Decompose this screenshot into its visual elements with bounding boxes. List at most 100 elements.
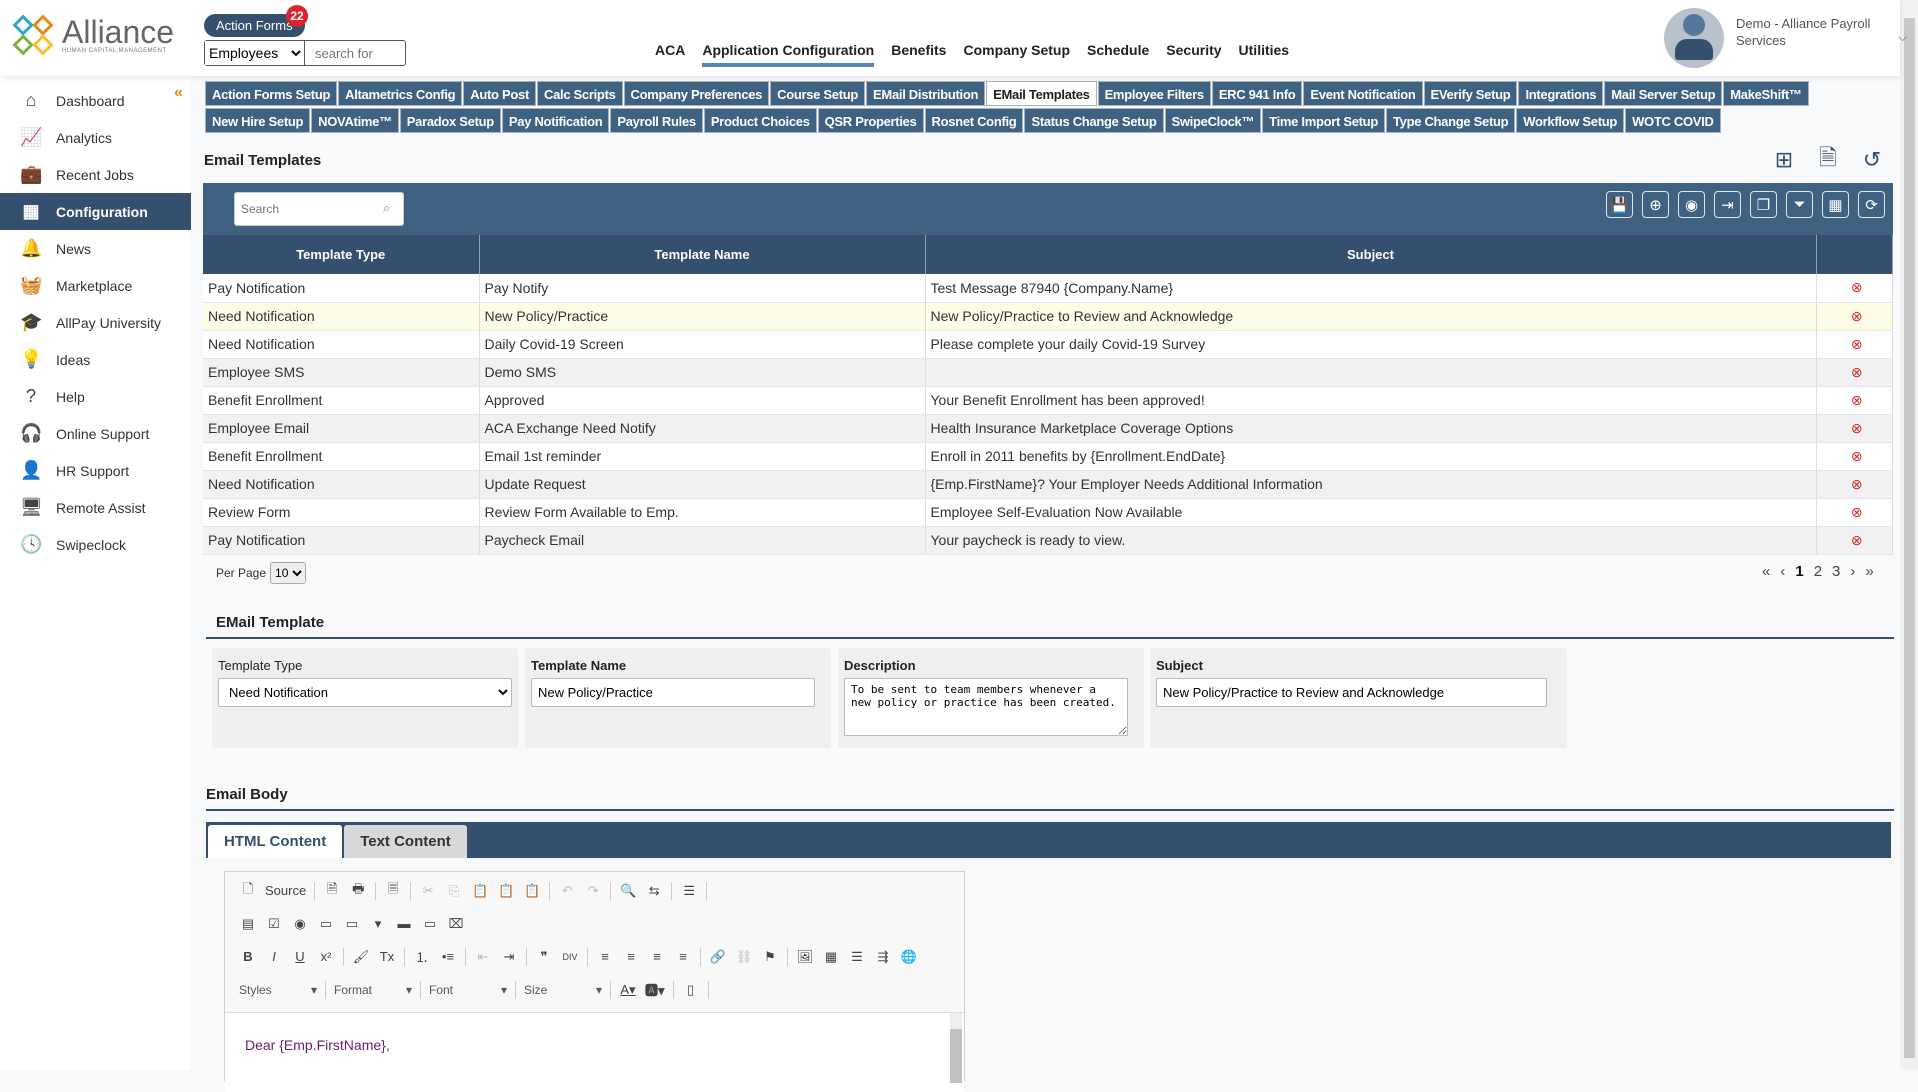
tab-rosnet-config[interactable]: Rosnet Config [924, 108, 1024, 133]
superscript-icon[interactable]: x² [317, 949, 335, 964]
delete-icon[interactable]: ⊗ [1816, 498, 1893, 527]
source-icon[interactable]: 🗋 [239, 880, 257, 902]
image-button-icon[interactable]: ▭ [421, 916, 439, 932]
tab-email-templates[interactable]: EMail Templates [986, 81, 1097, 106]
column-header[interactable]: Subject [925, 235, 1817, 274]
table-row[interactable]: Need Notification New Policy/Practice New … [203, 302, 1893, 331]
tab-altametrics-config[interactable]: Altametrics Config [338, 81, 463, 106]
table-row[interactable]: Pay Notification Paycheck Email Your paych… [203, 526, 1893, 555]
select-field-icon[interactable]: ▾ [369, 916, 387, 932]
button-icon[interactable]: ▬ [395, 916, 413, 931]
tab-calc-scripts[interactable]: Calc Scripts [536, 81, 623, 106]
nav-security[interactable]: Security [1166, 42, 1221, 67]
page-scrollbar[interactable] [1900, 0, 1918, 1070]
tab-type-change-setup[interactable]: Type Change Setup [1385, 108, 1516, 133]
justify-icon[interactable]: ≡ [674, 949, 692, 964]
table-row[interactable]: Pay Notification Pay Notify Test Message 8… [203, 274, 1893, 303]
grid-view-icon[interactable]: ⊞ [1772, 147, 1796, 172]
tab-pay-notification[interactable]: Pay Notification [501, 108, 610, 133]
text-color-icon[interactable]: A▾ [619, 982, 637, 998]
bullet-list-icon[interactable]: •≡ [439, 949, 457, 964]
nav-benefits[interactable]: Benefits [891, 42, 946, 67]
columns-icon[interactable]: ▦ [1822, 191, 1849, 218]
history-icon[interactable]: ↺ [1860, 147, 1884, 172]
delete-icon[interactable]: ⊗ [1816, 442, 1893, 471]
preview-icon[interactable]: ◉ [1678, 191, 1705, 218]
sidebar-item-recent-jobs[interactable]: 💼 Recent Jobs [0, 156, 191, 193]
copy-icon[interactable]: ⎘ [445, 883, 463, 899]
delete-icon[interactable]: ⊗ [1816, 526, 1893, 555]
nav-utilities[interactable]: Utilities [1239, 42, 1290, 67]
description-textarea[interactable]: To be sent to team members whenever a ne… [844, 678, 1128, 736]
print-icon[interactable]: 🖶 [349, 880, 367, 902]
textarea-icon[interactable]: ▭ [343, 916, 361, 932]
indent-icon[interactable]: ⇥ [500, 949, 518, 965]
page-break-icon[interactable]: ⇶ [874, 949, 892, 965]
global-search-input[interactable] [305, 41, 403, 65]
sidebar-item-analytics[interactable]: 📈 Analytics [0, 119, 191, 156]
save-icon[interactable]: 💾 [1606, 191, 1633, 218]
paste-word-icon[interactable]: 📋 [523, 883, 541, 899]
copy-format-icon[interactable]: 🖌 [352, 949, 370, 965]
redo-icon[interactable]: ↷ [584, 883, 602, 899]
tab-action-forms-setup[interactable]: Action Forms Setup [205, 81, 338, 106]
font-dropdown[interactable]: Font ▾ [429, 983, 507, 997]
tab-auto-post[interactable]: Auto Post [463, 81, 536, 106]
sidebar-item-configuration[interactable]: ▦ Configuration [0, 193, 191, 230]
size-dropdown[interactable]: Size ▾ [524, 983, 602, 997]
add-icon[interactable]: ⊕ [1642, 191, 1669, 218]
link-icon[interactable]: 🔗 [709, 949, 727, 965]
table-row[interactable]: Benefit Enrollment Email 1st reminder Enro… [203, 442, 1893, 471]
tab-paradox-setup[interactable]: Paradox Setup [399, 108, 501, 133]
select-all-icon[interactable]: ☰ [680, 883, 698, 899]
align-left-icon[interactable]: ≡ [596, 949, 614, 964]
checkbox-icon[interactable]: ☑ [265, 916, 283, 932]
first-page-icon[interactable]: « [1762, 563, 1770, 580]
tab-time-import-setup[interactable]: Time Import Setup [1262, 108, 1385, 133]
paste-text-icon[interactable]: 📋 [497, 883, 515, 899]
tab-payroll-rules[interactable]: Payroll Rules [610, 108, 703, 133]
subject-input[interactable] [1156, 678, 1547, 707]
table-row[interactable]: Review Form Review Form Available to Emp.… [203, 498, 1893, 527]
next-page-icon[interactable]: › [1850, 563, 1855, 580]
grid-search-input[interactable] [234, 192, 404, 226]
horizontal-rule-icon[interactable]: ☰ [848, 949, 866, 965]
table-row[interactable]: Employee SMS Demo SMS ⊗ [203, 358, 1893, 387]
delete-icon[interactable]: ⊗ [1816, 414, 1893, 443]
format-dropdown[interactable]: Format ▾ [334, 983, 412, 997]
tab-status-change-setup[interactable]: Status Change Setup [1024, 108, 1164, 133]
sidebar-item-remote-assist[interactable]: 🖥 Remote Assist [0, 489, 191, 526]
table-icon[interactable]: ▦ [822, 949, 840, 965]
delete-icon[interactable]: ⊗ [1816, 330, 1893, 359]
bold-icon[interactable]: B [239, 949, 257, 964]
sidebar-item-allpay-university[interactable]: 🎓 AllPay University [0, 304, 191, 341]
nav-company-setup[interactable]: Company Setup [963, 42, 1070, 67]
tab-event-notification[interactable]: Event Notification [1303, 81, 1423, 106]
pdf-icon[interactable]: 🗎 [323, 880, 341, 902]
undo-icon[interactable]: ↶ [558, 883, 576, 899]
chevron-down-icon[interactable]: ⌵ [1898, 30, 1907, 45]
form-icon[interactable]: ▤ [239, 916, 257, 932]
prev-page-icon[interactable]: ‹ [1780, 563, 1785, 580]
cut-icon[interactable]: ✂ [419, 883, 437, 899]
refresh-icon[interactable]: ⟳ [1858, 191, 1885, 218]
tab-wotc-covid[interactable]: WOTC COVID [1625, 108, 1721, 133]
outdent-icon[interactable]: ⇤ [474, 949, 492, 965]
radio-icon[interactable]: ◉ [291, 916, 309, 932]
sidebar-item-ideas[interactable]: 💡 Ideas [0, 341, 191, 378]
iframe-icon[interactable]: 🌐 [900, 949, 918, 965]
background-color-icon[interactable]: 🅰▾ [645, 980, 665, 999]
delete-icon[interactable]: ⊗ [1816, 470, 1893, 499]
preview-doc-icon[interactable]: 🗏 [384, 880, 402, 902]
source-button[interactable]: Source [265, 883, 306, 898]
search-scope-select[interactable]: Employees [205, 41, 305, 65]
tab-product-choices[interactable]: Product Choices [703, 108, 817, 133]
underline-icon[interactable]: U [291, 949, 309, 964]
find-icon[interactable]: 🔍 [619, 883, 637, 899]
sidebar-item-online-support[interactable]: 🎧 Online Support [0, 415, 191, 452]
sidebar-item-help[interactable]: ? Help [0, 378, 191, 415]
tab-mail-server-setup[interactable]: Mail Server Setup [1604, 81, 1723, 106]
replace-icon[interactable]: ⇆ [645, 883, 663, 899]
tab-new-hire-setup[interactable]: New Hire Setup [205, 108, 311, 133]
tab-email-distribution[interactable]: EMail Distribution [866, 81, 986, 106]
